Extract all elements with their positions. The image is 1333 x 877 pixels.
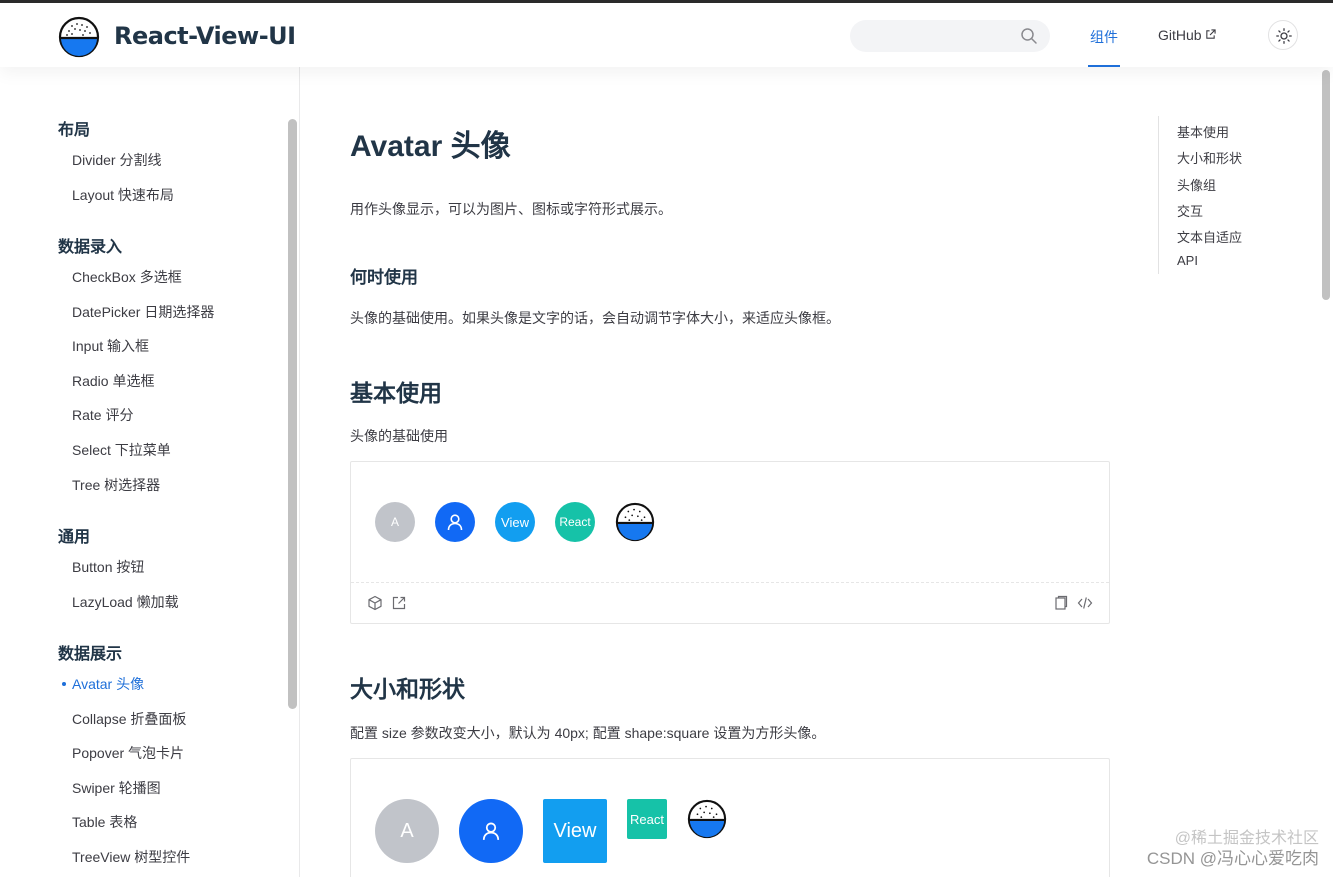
sidebar-item-tree[interactable]: Tree 树选择器 [72,475,160,495]
sidebar-item-input[interactable]: Input 输入框 [72,336,149,356]
codesandbox-icon[interactable] [367,595,383,611]
page-intro: 用作头像显示，可以为图片、图标或字符形式展示。 [350,201,672,217]
avatar-text-react: React [555,502,595,542]
avatar-square-view: View [543,799,607,863]
avatar-user-icon-large [459,799,523,863]
toc-item-api[interactable]: API [1177,253,1198,268]
sidebar-item-button[interactable]: Button 按钮 [72,557,144,577]
open-external-icon[interactable] [391,595,407,611]
when-text: 头像的基础使用。如果头像是文字的话，会自动调节字体大小，来适应头像框。 [350,310,840,326]
toc-item-group[interactable]: 头像组 [1177,175,1216,194]
avatar-image-logo-icon [687,799,727,839]
section-basic-heading: 基本使用 [350,380,442,406]
toc-item-size[interactable]: 大小和形状 [1177,148,1242,167]
user-icon [447,514,463,531]
section-basic-desc: 头像的基础使用 [350,428,448,444]
avatar-letter-large: A [375,799,439,863]
sidebar-item-layout[interactable]: Layout 快速布局 [72,185,174,205]
avatar-image-logo-icon [615,502,655,542]
sidebar-group-title: 数据展示 [58,646,123,663]
sidebar-item-divider[interactable]: Divider 分割线 [72,150,161,170]
avatar-text-view: View [495,502,535,542]
when-heading: 何时使用 [350,268,418,287]
top-navbar: React-View-UI 组件 GitHub [0,3,1333,67]
toc-item-text-adaptive[interactable]: 文本自适应 [1177,227,1242,246]
table-of-contents: 基本使用 大小和形状 头像组 交互 文本自适应 API [1158,116,1278,274]
sidebar-scrollbar[interactable] [288,119,297,709]
watermark: @稀土掘金技术社区 CSDN @冯心心爱吃肉 [1147,829,1319,869]
sidebar-item-lazyload[interactable]: LazyLoad 懒加载 [72,592,179,612]
code-icon[interactable] [1077,595,1093,611]
nav-github-link[interactable]: GitHub [1158,27,1216,43]
demo-actions-bar [351,582,1109,623]
avatar-square-react: React [627,799,667,839]
sidebar-item-datepicker[interactable]: DatePicker 日期选择器 [72,302,214,322]
avatar-letter: A [375,502,415,542]
sidebar-item-swiper[interactable]: Swiper 轮播图 [72,778,161,798]
rice-bowl-logo-icon[interactable] [58,16,100,58]
sidebar-item-collapse[interactable]: Collapse 折叠面板 [72,709,186,729]
external-link-icon [1205,29,1216,39]
watermark-top: @稀土掘金技术社区 [1174,830,1319,847]
sidebar-item-select[interactable]: Select 下拉菜单 [72,440,171,460]
sidebar-item-treeview[interactable]: TreeView 树型控件 [72,847,190,867]
page-title: Avatar 头像 [350,130,511,163]
sidebar-item-radio[interactable]: Radio 单选框 [72,371,154,391]
search-input[interactable] [850,20,1050,52]
sidebar: 布局 Divider 分割线 Layout 快速布局 数据录入 CheckBox… [0,67,300,877]
theme-toggle-button[interactable] [1268,20,1298,50]
nav-active-indicator [1088,65,1120,67]
avatar-user-icon [435,502,475,542]
demo-basic-box: A View React [350,461,1110,624]
brand-title[interactable]: React-View-UI [114,22,296,50]
watermark-bottom: CSDN @冯心心爱吃肉 [1146,849,1319,868]
toc-item-basic[interactable]: 基本使用 [1177,122,1229,141]
page-scrollbar[interactable] [1322,70,1330,300]
nav-github-label: GitHub [1158,27,1202,43]
sidebar-group-title: 布局 [58,122,91,139]
sidebar-group-title: 通用 [58,529,91,546]
section-size-desc: 配置 size 参数改变大小，默认为 40px; 配置 shape:square… [350,725,826,741]
toc-item-interaction[interactable]: 交互 [1177,201,1203,220]
sidebar-group-title: 数据录入 [58,239,123,256]
section-size-heading: 大小和形状 [350,676,465,702]
sun-icon [1276,28,1292,44]
user-icon [482,822,500,840]
sidebar-item-rate[interactable]: Rate 评分 [72,405,133,425]
sidebar-item-checkbox[interactable]: CheckBox 多选框 [72,267,182,287]
sidebar-item-table[interactable]: Table 表格 [72,812,137,832]
search-icon[interactable] [1020,27,1038,45]
sidebar-item-avatar[interactable]: Avatar 头像 [62,674,144,694]
nav-components-link[interactable]: 组件 [1090,27,1118,47]
copy-icon[interactable] [1053,595,1069,611]
sidebar-item-popover[interactable]: Popover 气泡卡片 [72,743,184,763]
demo-size-box: A View React [350,758,1110,877]
